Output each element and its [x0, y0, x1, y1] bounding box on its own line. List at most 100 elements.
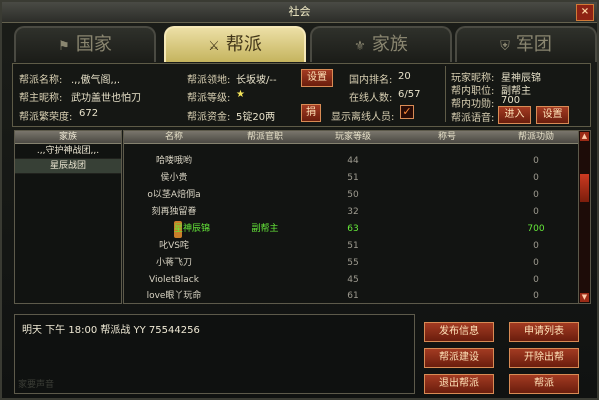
tab-country-label: 国家	[75, 34, 112, 55]
member-name: 星神辰锦	[124, 221, 224, 238]
flag-icon: ⚑	[58, 39, 70, 54]
show-offline-label: 显示离线人员:	[331, 112, 395, 123]
leave-gang-button[interactable]: 退出帮派	[424, 374, 494, 394]
prosperity-label: 帮派繁荣度:	[19, 112, 73, 123]
tab-gang-label: 帮派	[225, 34, 262, 55]
scroll-up-arrow-icon[interactable]: ▲	[580, 132, 589, 141]
col-honor[interactable]: 称号	[400, 131, 494, 143]
show-offline-checkbox[interactable]: ✓	[400, 105, 414, 119]
level-star-icon: ★	[236, 89, 245, 100]
tab-family-label: 家族	[371, 34, 408, 55]
voice-enter-button[interactable]: 进入	[498, 106, 531, 124]
application-list-button[interactable]: 申请列表	[509, 322, 579, 342]
close-button[interactable]: ×	[576, 4, 594, 21]
member-honor	[400, 255, 494, 272]
rank-label: 国内排名:	[349, 75, 393, 86]
social-window: 社会 × ⚑ 国家 ⚔ 帮派 ⚜ 家族 ⛨ 军团 帮派名称: .,,傲气阁,,. 帮主昵…	[0, 0, 599, 400]
member-merit: 0	[533, 241, 539, 251]
member-merit: 0	[533, 275, 539, 285]
col-level[interactable]: 玩家等级	[306, 131, 400, 143]
voice-settings-button[interactable]: 设置	[536, 106, 569, 124]
player-merit-value: 700	[501, 95, 521, 106]
table-row[interactable]: 叱VS咤 51 0	[124, 238, 578, 255]
announcement-text: 明天 下午 18:00 帮派战 YY 75544256	[22, 325, 200, 336]
level-label: 帮派等级:	[187, 93, 231, 104]
col-office[interactable]: 帮派官职	[224, 131, 306, 143]
tab-legion[interactable]: ⛨ 军团	[455, 26, 597, 62]
gang-voice-label: 帮派语音:	[451, 113, 495, 124]
info-divider	[445, 66, 446, 122]
territory-value: 长坂坡/--	[236, 75, 277, 86]
member-honor	[400, 204, 494, 221]
member-honor	[400, 187, 494, 204]
table-row[interactable]: 侯小贵 51 0	[124, 170, 578, 187]
member-name: 侯小贵	[160, 173, 188, 183]
member-merit: 700	[527, 224, 545, 234]
table-row[interactable]: o以茎A焙侗a 50 0	[124, 187, 578, 204]
online-label: 在线人数:	[349, 93, 393, 104]
member-level: 51	[347, 241, 359, 251]
member-office	[224, 255, 306, 272]
member-scrollbar[interactable]: ▲ ▼	[578, 131, 590, 303]
member-merit: 0	[533, 207, 539, 217]
gang-name-label: 帮派名称:	[19, 75, 63, 86]
member-honor	[400, 221, 494, 238]
gang-name-value: .,,傲气阁,,.	[71, 75, 121, 86]
table-row-current-player[interactable]: 星神辰锦 副帮主 63 700	[124, 221, 578, 238]
scroll-down-arrow-icon[interactable]: ▼	[580, 293, 589, 302]
member-name: o以茎A焙侗a	[147, 190, 201, 200]
table-row[interactable]: 小蒋飞刀 55 0	[124, 255, 578, 272]
leader-label: 帮主昵称:	[19, 93, 63, 104]
table-row[interactable]: love眼丫玩命 61 0	[124, 289, 578, 303]
member-name: 哈喽哦哟	[155, 156, 192, 166]
member-name-text: 星神辰锦	[174, 224, 211, 234]
member-merit: 0	[533, 156, 539, 166]
territory-label: 帮派领地:	[187, 75, 231, 86]
table-row[interactable]: 刻再独留眷 32 0	[124, 204, 578, 221]
territory-settings-button[interactable]: 设置	[301, 69, 333, 87]
member-level: 51	[347, 173, 359, 183]
shield-icon: ⛨	[500, 39, 510, 54]
member-honor	[400, 153, 494, 170]
member-level: 63	[347, 224, 359, 234]
member-level: 50	[347, 190, 359, 200]
donate-button[interactable]: 捐	[301, 104, 321, 122]
member-level: 45	[347, 275, 359, 285]
tab-gang[interactable]: ⚔ 帮派	[164, 26, 306, 62]
member-level: 32	[347, 207, 359, 217]
family-list-header: 家族	[15, 131, 121, 144]
table-row[interactable]: VioletBlack 45 0	[124, 272, 578, 289]
family-item[interactable]: .,,守护神战团,,.	[15, 144, 121, 159]
tab-legion-label: 军团	[515, 34, 552, 55]
gang-build-button[interactable]: 帮派建设	[424, 348, 494, 368]
rank-value: 20	[398, 71, 411, 82]
member-merit: 0	[533, 190, 539, 200]
window-titlebar: 社会 ×	[2, 2, 597, 23]
member-name: love眼丫玩命	[146, 291, 202, 301]
gang-info-panel: 帮派名称: .,,傲气阁,,. 帮主昵称: 武功盖世也怕刀 帮派繁荣度: 672…	[12, 63, 591, 127]
member-office	[224, 238, 306, 255]
member-merit: 0	[533, 258, 539, 268]
tab-country[interactable]: ⚑ 国家	[14, 26, 156, 62]
expel-member-button[interactable]: 开除出帮	[509, 348, 579, 368]
member-honor	[400, 289, 494, 303]
table-row[interactable]: 哈喽哦哟 44 0	[124, 153, 578, 170]
prosperity-value: 672	[79, 108, 99, 119]
gang-extra-button[interactable]: 帮派	[509, 374, 579, 394]
member-name: VioletBlack	[149, 275, 199, 285]
publish-info-button[interactable]: 发布信息	[424, 322, 494, 342]
col-merit[interactable]: 帮派功勋	[494, 131, 578, 143]
gang-announcement[interactable]: 明天 下午 18:00 帮派战 YY 75544256 家要声音	[14, 314, 415, 394]
family-item-selected[interactable]: 星辰战团	[15, 159, 121, 174]
member-level: 55	[347, 258, 359, 268]
member-office: 副帮主	[251, 224, 279, 234]
member-merit: 0	[533, 291, 539, 301]
member-name: 刻再独留眷	[151, 207, 197, 217]
col-name[interactable]: 名称	[124, 131, 224, 143]
online-value: 6/57	[398, 89, 421, 100]
member-name: 小蒋飞刀	[155, 258, 192, 268]
family-list: 家族 .,,守护神战团,,. 星辰战团	[14, 130, 122, 304]
member-office	[224, 187, 306, 204]
scroll-thumb[interactable]	[580, 174, 589, 202]
tab-family[interactable]: ⚜ 家族	[310, 26, 452, 62]
